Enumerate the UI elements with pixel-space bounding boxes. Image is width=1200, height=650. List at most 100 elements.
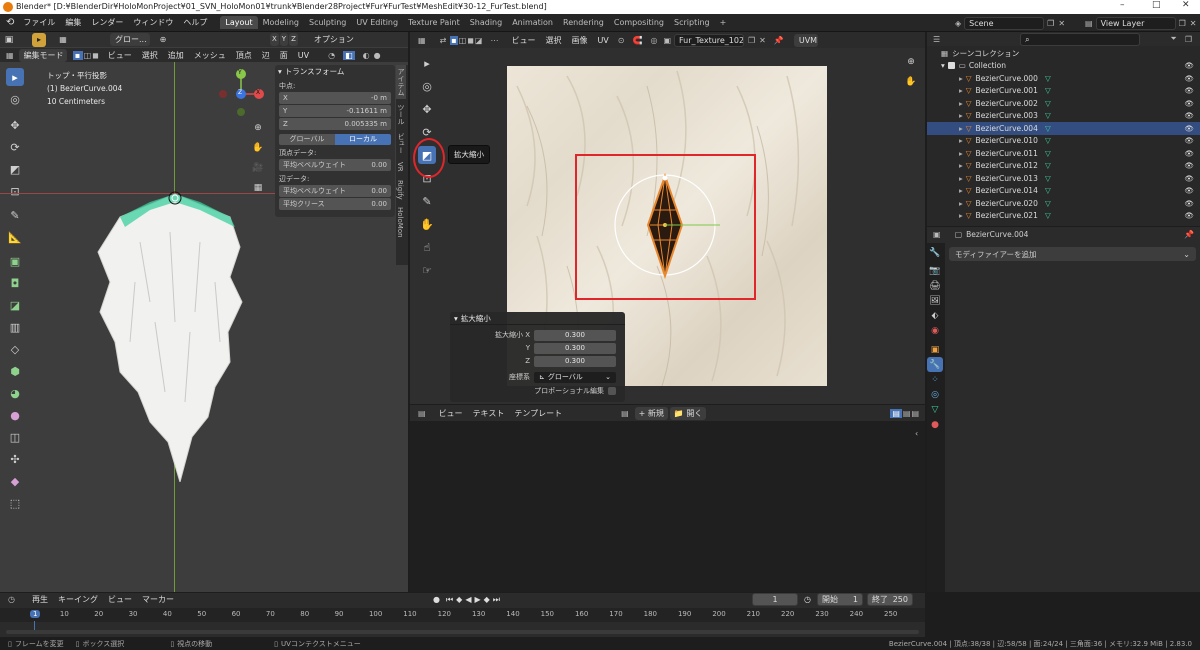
uv-relax-tool-icon[interactable]: ☝ [418,238,436,256]
navigation-gizmo[interactable]: Y X Z [215,68,265,118]
visibility-eye-icon[interactable]: 👁 [1184,186,1194,195]
tab-scripting[interactable]: Scripting [669,16,715,29]
transform-panel-title[interactable]: トランスフォーム [285,66,345,77]
transform-tool-icon[interactable]: ⊡ [6,182,24,200]
uv-pin-icon[interactable]: 📌 [774,36,784,45]
uv-proportional-icon[interactable]: ◎ [650,36,657,45]
tab-compositing[interactable]: Compositing [609,16,669,29]
timeline-scrollbar[interactable] [6,630,919,634]
clock-icon[interactable]: ◷ [804,595,811,604]
scene-collection-row[interactable]: ▦ シーンコレクション [927,47,1200,60]
visibility-eye-icon[interactable]: 👁 [1184,161,1194,170]
shading-solid-icon[interactable]: ● [374,51,381,60]
move-tool-icon[interactable]: ✥ [6,116,24,134]
line-numbers-toggle-icon[interactable]: ▤ [890,408,902,418]
mirror-y[interactable]: Y [279,33,289,46]
outliner-item[interactable]: ▸ ▽ BezierCurve.013 ▽ 👁 [927,172,1200,185]
uv-select-tool-icon[interactable]: ▸ [418,54,436,72]
view-layer-tab-icon[interactable]: 🖼 [927,293,943,308]
play-reverse-icon[interactable]: ◀ [465,595,471,604]
physics-tab-icon[interactable]: ◎ [927,387,943,402]
outliner-item[interactable]: ▸ ▽ BezierCurve.010 ▽ 👁 [927,135,1200,148]
tab-uv-editing[interactable]: UV Editing [351,16,403,29]
tab-holomon[interactable]: HoloMon [396,204,404,241]
expand-arrow-icon[interactable]: ▸ [959,111,963,120]
outliner-item[interactable]: ▸ ▽ BezierCurve.014 ▽ 👁 [927,185,1200,198]
bevel-tool-icon[interactable]: ◪ [6,296,24,314]
select-tool-icon[interactable]: ▸ [6,68,24,86]
loopcut-tool-icon[interactable]: ▥ [6,318,24,336]
orientation-dropdown[interactable]: ⊾ グローバル ⌄ [534,371,616,383]
local-toggle[interactable]: ローカル [335,133,391,145]
annotate-tool-icon[interactable]: ✎ [6,206,24,224]
tab-tool[interactable]: ツール [396,101,406,128]
visibility-eye-icon[interactable]: 👁 [1184,124,1194,133]
menu-edit[interactable]: 編集 [60,17,86,28]
expand-arrow-icon[interactable]: ▸ [959,186,963,195]
shear-tool-icon[interactable]: ◆ [6,472,24,490]
collection-checkbox[interactable] [947,62,955,70]
timeline-menu-playback[interactable]: 再生 [27,594,53,605]
uv-select-vertex-icon[interactable]: ▪ [450,35,458,45]
expand-arrow-icon[interactable]: ▸ [959,74,963,83]
new-collection-icon[interactable]: ❐ [1185,35,1192,44]
edge-select-icon[interactable]: ◫ [84,51,92,60]
uv-sync-icon[interactable]: ⇄ [440,36,447,45]
text-open-button[interactable]: 📁 開く [669,406,707,420]
world-tab-icon[interactable]: ◉ [927,323,943,338]
uv-snap-icon[interactable]: 🧲 [632,36,642,45]
tab-view[interactable]: ビュー [396,130,406,157]
timeline-menu-view[interactable]: ビュー [103,594,137,605]
uv-sticky-icon[interactable]: ⋯ [490,36,498,45]
rip-tool-icon[interactable]: ⬚ [6,494,24,512]
render-tab-icon[interactable]: 📷 [927,263,943,278]
pan-hand-icon[interactable]: ✋ [250,140,266,156]
modifier-tab-icon[interactable]: 🔧 [927,357,943,372]
outliner-item[interactable]: ▸ ▽ BezierCurve.011 ▽ 👁 [927,147,1200,160]
polybuild-tool-icon[interactable]: ⬢ [6,362,24,380]
rotate-tool-icon[interactable]: ⟳ [6,138,24,156]
expand-arrow-icon[interactable]: ▸ [959,86,963,95]
tab-rigify[interactable]: Rigify [396,177,404,203]
word-wrap-toggle-icon[interactable]: ▤ [903,409,911,418]
mirror-z[interactable]: Z [289,33,298,46]
menu-mesh[interactable]: メッシュ [189,50,231,61]
xray-icon[interactable]: ◧ [343,50,355,60]
face-select-icon[interactable]: ◼ [92,51,99,60]
options-dropdown[interactable]: オプション [310,33,358,46]
text-editor-type-icon[interactable]: ▤ [418,409,426,418]
edge-slide-tool-icon[interactable]: ◫ [6,428,24,446]
expand-arrow-icon[interactable]: ▸ [959,124,963,133]
camera-icon[interactable]: 🎥 [250,160,266,176]
uv-cursor-tool-icon[interactable]: ◎ [418,77,436,95]
timeline-menu-marker[interactable]: マーカー [137,594,179,605]
uv-image-browse-icon[interactable]: ▣ [663,36,671,45]
syntax-highlight-toggle-icon[interactable]: ▤ [911,409,919,418]
timeline-type-icon[interactable]: ◷ [8,595,15,604]
uv-pivot-icon[interactable]: ⊙ [618,36,625,45]
text-new-button[interactable]: + 新規 [634,406,668,420]
tab-sculpting[interactable]: Sculpting [304,16,351,29]
menu-select[interactable]: 選択 [137,50,163,61]
proportional-checkbox[interactable] [608,387,616,395]
uv-select-island-icon[interactable]: ◪ [475,36,483,45]
outliner-item[interactable]: ▸ ▽ BezierCurve.004 ▽ 👁 [927,122,1200,135]
play-icon[interactable]: ▶ [474,595,480,604]
mode-dropdown[interactable]: 編集モード [18,48,67,62]
properties-type-icon[interactable]: ▣ [933,230,941,239]
jump-start-icon[interactable]: ⏮ [446,595,453,605]
visibility-eye-icon[interactable]: 👁 [1184,149,1194,158]
uv-editor[interactable]: ▦ ⇄ ▪ ◫ ◼ ◪ ⋯ ビュー 選択 画像 UV ⊙ 🧲 ◎ ▣ Fur_T… [410,32,925,404]
tab-texture-paint[interactable]: Texture Paint [403,16,465,29]
median-z-field[interactable]: Z 0.005335 m [279,118,391,130]
tab-layout[interactable]: Layout [220,16,258,29]
uv-pinch-tool-icon[interactable]: ☞ [418,261,436,279]
uv-pan-hand-icon[interactable]: ✋ [903,74,919,90]
properties-pin-icon[interactable]: 📌 [1184,230,1194,239]
tab-modeling[interactable]: Modeling [258,16,304,29]
select-mode-icon[interactable]: ▦ [56,33,70,47]
collapse-arrow-icon[interactable]: ▾ [278,67,282,76]
collection-expand-icon[interactable]: ▾ [941,61,945,70]
knife-tool-icon[interactable]: ◇ [6,340,24,358]
tab-vr[interactable]: VR [396,159,404,175]
